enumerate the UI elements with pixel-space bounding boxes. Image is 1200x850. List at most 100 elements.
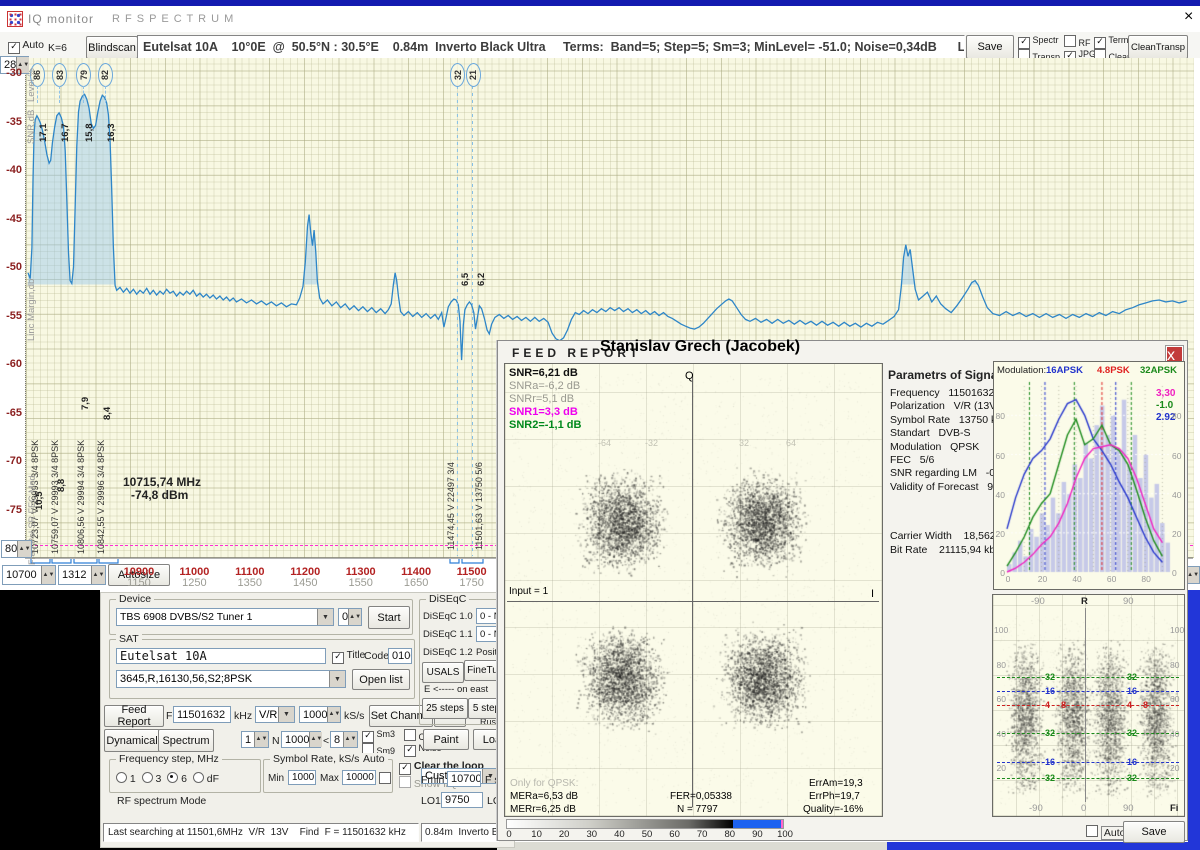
phase-ring-label2: 8 — [1143, 700, 1148, 710]
open-list-button[interactable]: Open list — [352, 669, 410, 690]
snr-line: SNRa=-6,2 dB — [509, 380, 581, 393]
n-value: N = 7797 — [677, 804, 718, 815]
signal-gradient-bar — [506, 819, 784, 829]
x-tick-if: 1350 — [238, 577, 262, 589]
histogram-y-tick: 80 — [994, 411, 1005, 421]
histogram-y-tick-right: 60 — [1172, 451, 1181, 461]
device-select[interactable]: TBS 6908 DVBS/S2 Tuner 1▼ — [116, 608, 334, 626]
diseqc10-label: DiSEqC 1.0 — [423, 611, 473, 622]
symbolrate-spinner[interactable]: 1000▲▼ — [299, 706, 341, 723]
peak-level-value: 82 — [100, 70, 110, 80]
freq-step-radios[interactable]: 1 3 6 dF — [116, 772, 219, 785]
peak-snr-label: 17,1 — [38, 106, 49, 142]
auto-sr-checkbox[interactable] — [379, 772, 391, 784]
points-spinner[interactable]: 1312▲▼ — [58, 565, 106, 585]
erram-value: ErrAm=19,3 — [809, 778, 863, 789]
title-checkbox[interactable]: ✓ Title — [332, 650, 365, 664]
histogram-y-tick-right: 20 — [1172, 529, 1181, 539]
histogram-legend-item: 16APSK — [1046, 365, 1083, 376]
paint-button[interactable]: Paint — [423, 729, 469, 750]
spectrum-button[interactable]: Spectrum — [158, 729, 214, 752]
peak-level-value: 83 — [55, 70, 65, 80]
min-field[interactable]: 1000 — [288, 770, 316, 785]
close-icon[interactable]: × — [1184, 8, 1193, 26]
quality-value: Quality=-16% — [803, 804, 863, 815]
min-label: Min — [268, 773, 284, 784]
span-bracket — [450, 559, 459, 563]
n3-spinner[interactable]: 8▲▼ — [330, 731, 358, 748]
bottom-scale-spinner[interactable]: 80▲▼ — [1, 540, 32, 558]
app-window: IQ monitor R F S P E C T R U M × ✓ Auto … — [0, 0, 1200, 850]
constellation-grid-label: -64 — [598, 438, 611, 448]
usals-button[interactable]: USALS — [422, 662, 464, 683]
right-blue-strip — [1188, 590, 1200, 850]
steps25-button[interactable]: 25 steps — [422, 698, 468, 719]
constellation-h-axis — [507, 601, 879, 602]
phase-ring-line — [997, 733, 1179, 734]
status-info-text: Eutelsat 10A 10°0E @ 50.5°N : 30.5°E 0.8… — [138, 40, 965, 54]
start-button[interactable]: Start — [368, 606, 410, 629]
kss-label: kS/s — [344, 710, 364, 722]
max-field[interactable]: 10000 — [342, 770, 376, 785]
sat-name-field[interactable]: Eutelsat 10A — [116, 648, 326, 664]
histogram-y-tick-right: 80 — [1172, 411, 1181, 421]
fmin-spinner[interactable]: 10700▲▼ — [2, 565, 56, 585]
n1-spinner[interactable]: 1▲▼ — [241, 731, 269, 748]
auto-checkbox[interactable]: ✓ Auto — [8, 40, 44, 54]
phase-ring-label: 32 — [1045, 728, 1055, 738]
scale-label: 0 — [501, 829, 517, 840]
device-index-spinner[interactable]: 0▲▼ — [338, 608, 362, 626]
polarization-select[interactable]: V/R▼ — [255, 706, 295, 723]
span-bracket — [74, 559, 97, 563]
section-title: R F S P E C T R U M — [112, 13, 234, 26]
control-panel: Device TBS 6908 DVBS/S2 Tuner 1▼ 0▲▼ Sta… — [100, 592, 515, 848]
scale-label: 40 — [611, 829, 627, 840]
params-title: Parametrs of Signal : — [888, 369, 1008, 383]
symbol-rate-legend: Symbol Rate, kS/s — [270, 753, 362, 765]
blindscan-button[interactable]: Blindscan — [86, 36, 138, 59]
feed-close-button[interactable]: x — [1166, 346, 1183, 362]
phase-ring-label: 16 — [1045, 757, 1055, 767]
y-tick-label: -35 — [1, 116, 22, 128]
fmin-field[interactable]: 10700 — [447, 771, 481, 787]
constellation-panel: Q I Input = 1 -64-323264 SNR=6,21 dBSNRa… — [504, 363, 883, 817]
feed-report-button[interactable]: Feed Report — [104, 705, 164, 727]
histogram-legend-item: 32APSK — [1140, 365, 1177, 376]
x-tick-if: 1550 — [348, 577, 372, 589]
feed-report-author: Stanislav Grech (Jacobek) — [600, 338, 800, 356]
histogram-x-tick: 0 — [1002, 574, 1014, 584]
phase-y-tick-right: 100 — [1170, 625, 1184, 635]
titlebar-accent — [0, 0, 1200, 6]
peak-leader — [59, 86, 60, 103]
phase-top-tick: -90 — [1031, 596, 1045, 607]
feed-save-button[interactable]: Save — [1123, 821, 1185, 843]
transponder-select[interactable]: 3645,R,16130,56,S2;8PSK▼ — [116, 670, 346, 688]
dynamical-button[interactable]: Dynamical — [104, 729, 160, 752]
code-field[interactable]: 0100 — [388, 648, 412, 664]
peak-leader — [83, 86, 84, 103]
y-tick-label: -45 — [1, 213, 22, 225]
bottom-gray-strip — [497, 842, 887, 850]
n2-spinner[interactable]: 1000▲▼ — [281, 731, 321, 748]
khz-label: kHz — [234, 710, 252, 722]
marker-snr-label: 6,5 — [460, 254, 471, 286]
search-status-bar: Last searching at 11501,6MHz V/R 13V Fin… — [103, 823, 419, 842]
sat-legend: SAT — [116, 633, 142, 645]
merr-value: MERr=6,25 dB — [510, 804, 576, 815]
save-spectrum-button[interactable]: Save — [966, 35, 1014, 59]
frequency-field[interactable]: 11501632 — [173, 706, 231, 723]
histogram-y-tick-right: 40 — [1172, 490, 1181, 500]
snr-line: SNR2=-1,1 dB — [509, 419, 581, 432]
phase-top-tick: R — [1081, 596, 1088, 607]
phase-ring-label: 16 — [1127, 757, 1137, 767]
lo1-field[interactable]: 9750 — [441, 792, 483, 808]
phase-y-tick: 40 — [994, 729, 1006, 739]
cleantransp-button[interactable]: CleanTransp — [1128, 35, 1188, 59]
phase-ring-line — [997, 778, 1179, 779]
phase-top-tick: 90 — [1123, 596, 1134, 607]
peak-level-value: 79 — [79, 70, 89, 80]
lnb-status-bar: 0.84m Inverto Black U — [421, 823, 499, 842]
toolbar: ✓ Auto K=6 Blindscan Eutelsat 10A 10°0E … — [0, 32, 1200, 58]
histogram-y-tick: 60 — [994, 451, 1005, 461]
phase-ring-label: 32 — [1127, 672, 1137, 682]
